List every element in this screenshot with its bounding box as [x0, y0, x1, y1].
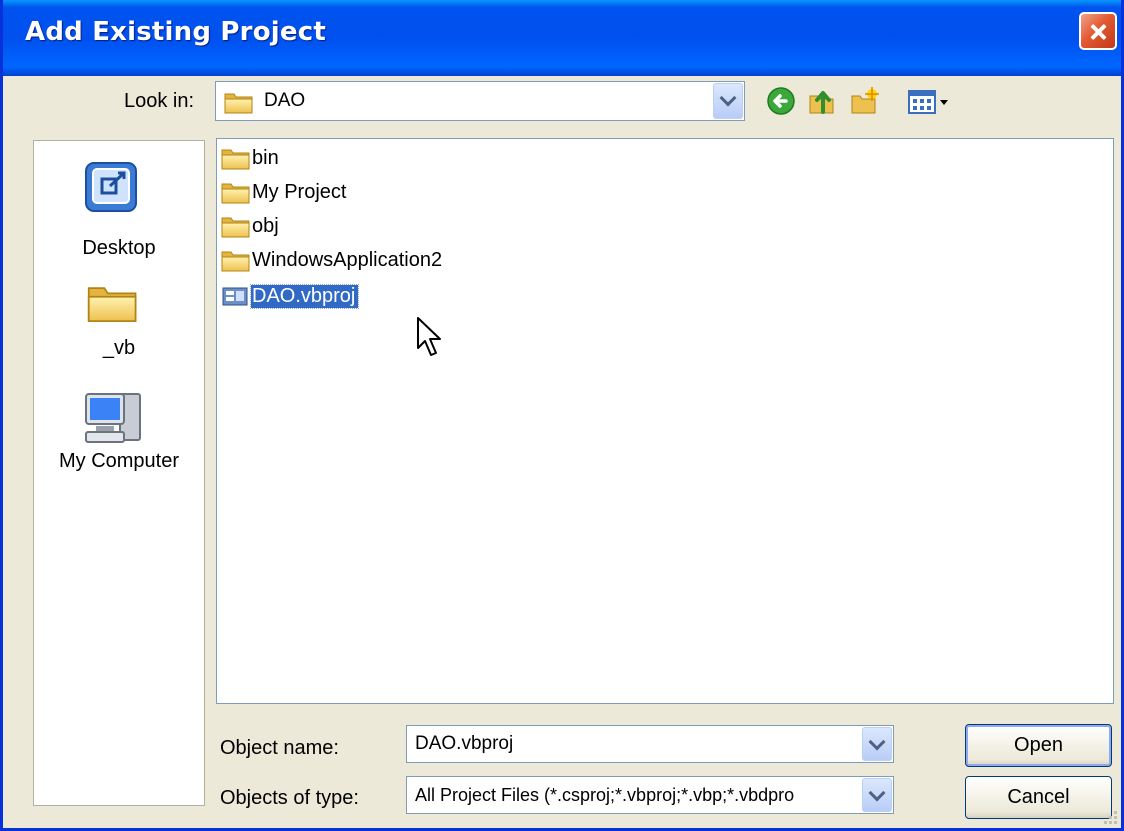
close-icon[interactable]	[1079, 12, 1117, 50]
list-item[interactable]: obj	[221, 211, 282, 241]
place-label: My Computer	[58, 450, 180, 472]
objects-of-type-combo[interactable]: All Project Files (*.csproj;*.vbproj;*.v…	[406, 776, 894, 814]
look-in-dropdown-button[interactable]	[713, 83, 743, 119]
add-existing-project-dialog: Add Existing Project Look in: DAO Deskto…	[0, 0, 1124, 831]
objects-of-type-dropdown-button[interactable]	[862, 778, 892, 812]
object-name-value: DAO.vbproj	[415, 733, 514, 754]
places-bar: Desktop _vb My Computer	[33, 140, 205, 806]
objects-of-type-label: Objects of type:	[220, 787, 359, 809]
objects-of-type-value: All Project Files (*.csproj;*.vbproj;*.v…	[415, 784, 795, 805]
mouse-cursor-icon	[417, 317, 441, 356]
look-in-value: DAO	[264, 90, 306, 111]
folder-icon	[221, 214, 251, 238]
folder-icon	[87, 277, 139, 327]
file-name: DAO.vbproj	[249, 283, 360, 309]
resize-grip-icon[interactable]	[1101, 808, 1119, 826]
folder-icon	[221, 248, 251, 272]
place-label: _vb	[102, 337, 136, 359]
file-name: WindowsApplication2	[252, 248, 443, 271]
file-name: My Project	[252, 180, 347, 203]
folder-icon	[221, 146, 251, 170]
folder-icon	[221, 180, 251, 204]
place-label: Desktop	[82, 237, 156, 259]
folder-icon	[224, 90, 254, 114]
file-name: bin	[252, 146, 279, 169]
look-in-label: Look in:	[124, 90, 195, 112]
list-item[interactable]: bin	[221, 143, 282, 173]
open-button[interactable]: Open	[965, 724, 1112, 767]
object-name-combo[interactable]: DAO.vbproj	[406, 725, 894, 763]
file-name: obj	[252, 214, 279, 237]
title-bar[interactable]: Add Existing Project	[3, 0, 1121, 76]
look-in-combo[interactable]: DAO	[215, 81, 745, 121]
file-list[interactable]: bin My Project obj WindowsApplication2 D…	[216, 138, 1114, 704]
list-item[interactable]: My Project	[221, 177, 349, 207]
new-folder-icon[interactable]	[849, 86, 879, 116]
place-my-computer[interactable]: My Computer	[34, 386, 204, 486]
up-folder-icon[interactable]	[807, 86, 837, 116]
views-menu-icon[interactable]	[906, 86, 952, 116]
dialog-title: Add Existing Project	[25, 17, 326, 47]
place-vb[interactable]: _vb	[34, 271, 204, 371]
my-computer-icon	[85, 393, 141, 443]
vb-project-icon	[222, 287, 248, 306]
object-name-label: Object name:	[220, 737, 339, 759]
cancel-button[interactable]: Cancel	[965, 776, 1112, 819]
object-name-dropdown-button[interactable]	[862, 727, 892, 761]
list-item-selected[interactable]: DAO.vbproj	[221, 281, 360, 311]
desktop-icon	[85, 162, 137, 212]
list-item[interactable]: WindowsApplication2	[221, 245, 445, 275]
back-icon[interactable]	[766, 86, 796, 116]
place-desktop[interactable]: Desktop	[34, 159, 204, 264]
